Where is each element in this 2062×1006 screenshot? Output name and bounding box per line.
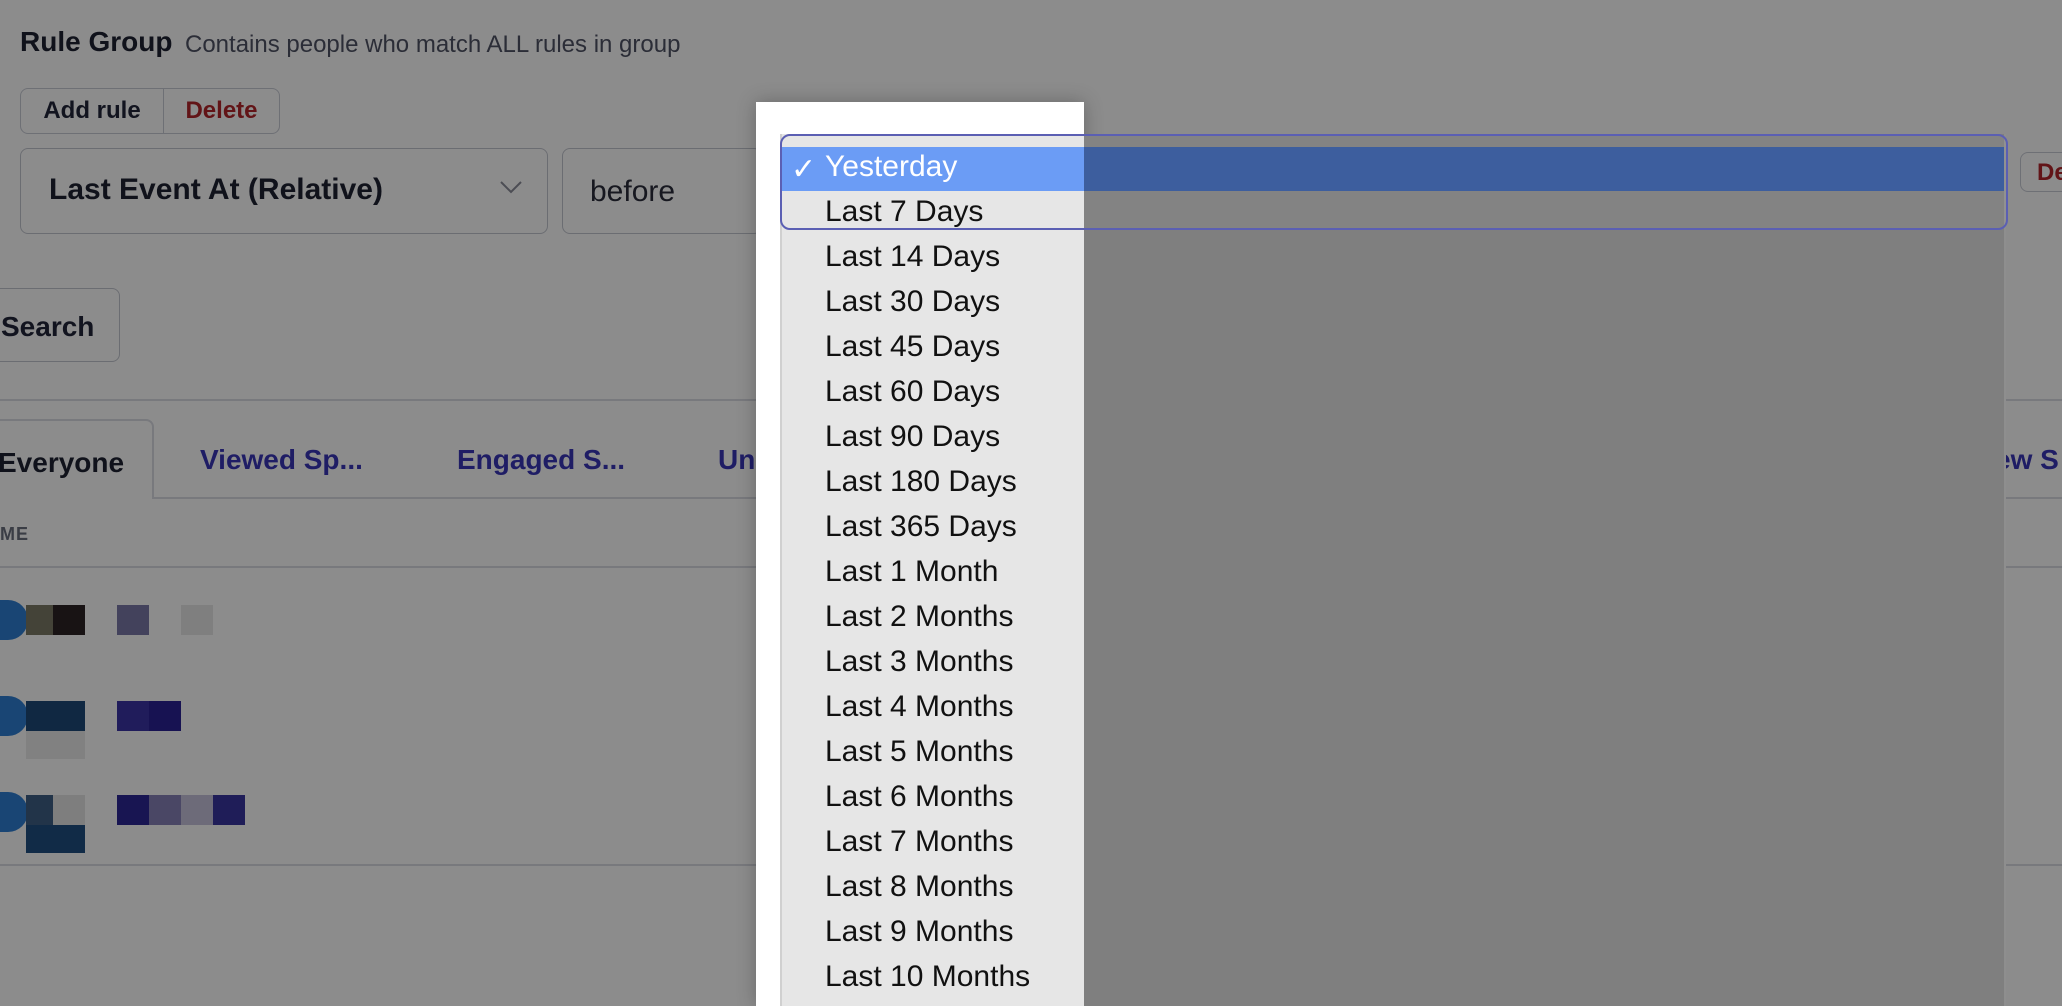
dropdown-option[interactable]: Last 6 Months bbox=[825, 780, 1013, 814]
dropdown-option[interactable]: Last 3 Months bbox=[825, 645, 1013, 679]
dropdown-option[interactable]: Last 14 Days bbox=[825, 240, 1000, 274]
dropdown-option[interactable]: Last 2 Months bbox=[825, 600, 1013, 634]
dropdown-option[interactable]: Last 90 Days bbox=[825, 420, 1000, 454]
dropdown-option[interactable]: Last 45 Days bbox=[825, 330, 1000, 364]
dropdown-option[interactable]: Last 180 Days bbox=[825, 465, 1017, 499]
dropdown-option[interactable]: Last 30 Days bbox=[825, 285, 1000, 319]
dropdown-option[interactable]: Last 9 Months bbox=[825, 915, 1013, 949]
dropdown-option[interactable]: Last 10 Months bbox=[825, 960, 1030, 994]
dropdown-option[interactable]: Last 60 Days bbox=[825, 375, 1000, 409]
dropdown-option[interactable]: Last 7 Days bbox=[825, 195, 983, 229]
dropdown-option[interactable]: Last 7 Months bbox=[825, 825, 1013, 859]
dropdown-option[interactable]: Last 4 Months bbox=[825, 690, 1013, 724]
dropdown-option[interactable]: Last 1 Month bbox=[825, 555, 998, 589]
dropdown-option[interactable]: Last 8 Months bbox=[825, 870, 1013, 904]
dropdown-option[interactable]: Last 5 Months bbox=[825, 735, 1013, 769]
dropdown-option[interactable]: Yesterday bbox=[825, 150, 957, 184]
checkmark-icon: ✓ bbox=[791, 153, 817, 186]
dropdown-option[interactable]: Last 365 Days bbox=[825, 510, 1017, 544]
